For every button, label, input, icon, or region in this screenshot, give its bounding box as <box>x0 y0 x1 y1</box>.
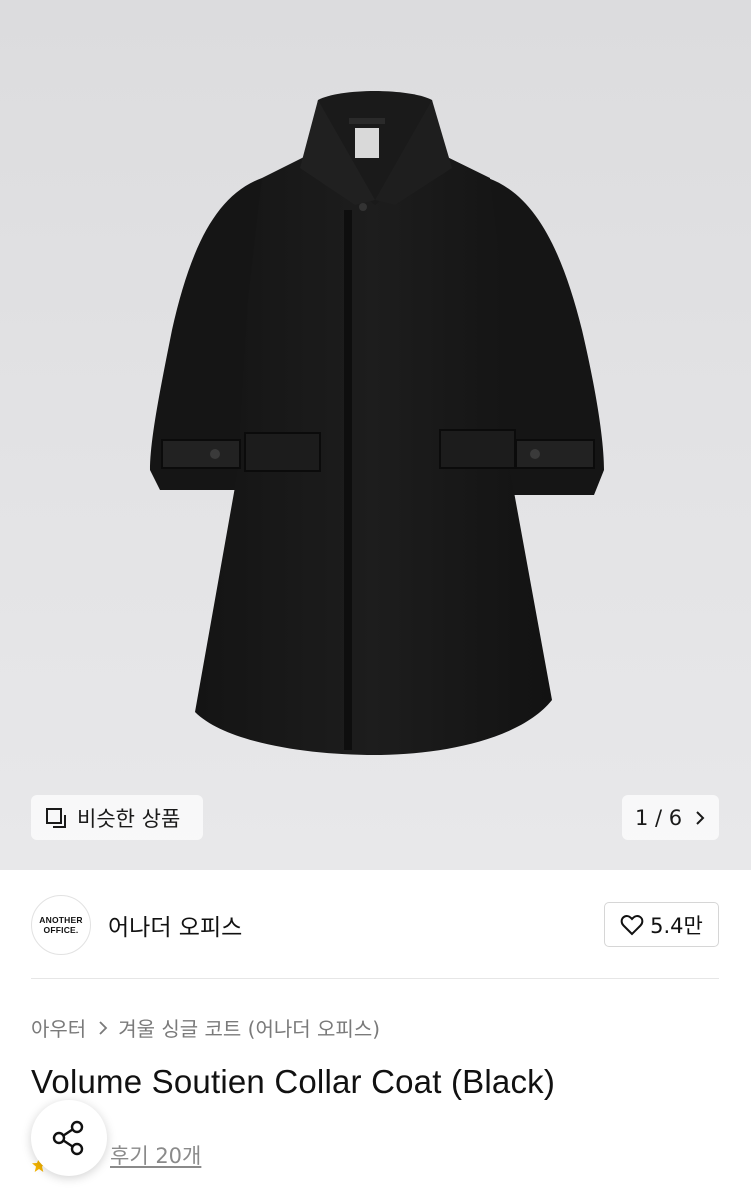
heart-icon <box>620 914 644 935</box>
like-count: 5.4만 <box>650 913 703 938</box>
brand-logo-line-1: ANOTHER <box>39 915 83 925</box>
image-pager-button[interactable]: 1 / 6 <box>622 795 719 840</box>
product-image-gallery[interactable]: 비슷한 상품 1 / 6 <box>0 0 751 870</box>
like-button[interactable]: 5.4만 <box>604 902 719 947</box>
product-photo-black-coat <box>150 91 604 755</box>
breadcrumb-subcategory[interactable]: 겨울 싱글 코트 (어나더 오피스) <box>118 1013 380 1042</box>
breadcrumb-category[interactable]: 아우터 <box>31 1013 86 1042</box>
product-title: Volume Soutien Collar Coat (Black) <box>31 1063 556 1100</box>
share-icon <box>52 1120 84 1156</box>
brand-logo-line-2: OFFICE. <box>43 925 79 935</box>
brand-name-link[interactable]: 어나더 오피스 <box>108 908 242 942</box>
image-pager-text: 1 / 6 <box>635 805 683 830</box>
review-count-link[interactable]: 후기 20개 <box>110 1140 201 1170</box>
breadcrumb: 아우터 겨울 싱글 코트 (어나더 오피스) <box>31 1013 380 1042</box>
chevron-right-icon <box>696 810 705 825</box>
brand-row: ANOTHER OFFICE. 어나더 오피스 5.4만 <box>0 870 751 980</box>
brand-logo[interactable]: ANOTHER OFFICE. <box>31 895 91 955</box>
chevron-right-icon <box>99 1020 108 1035</box>
divider <box>31 978 719 979</box>
similar-products-label: 비슷한 상품 <box>77 806 181 831</box>
share-button[interactable] <box>31 1100 107 1176</box>
similar-products-button[interactable]: 비슷한 상품 <box>31 795 203 840</box>
similar-items-icon <box>46 807 66 828</box>
